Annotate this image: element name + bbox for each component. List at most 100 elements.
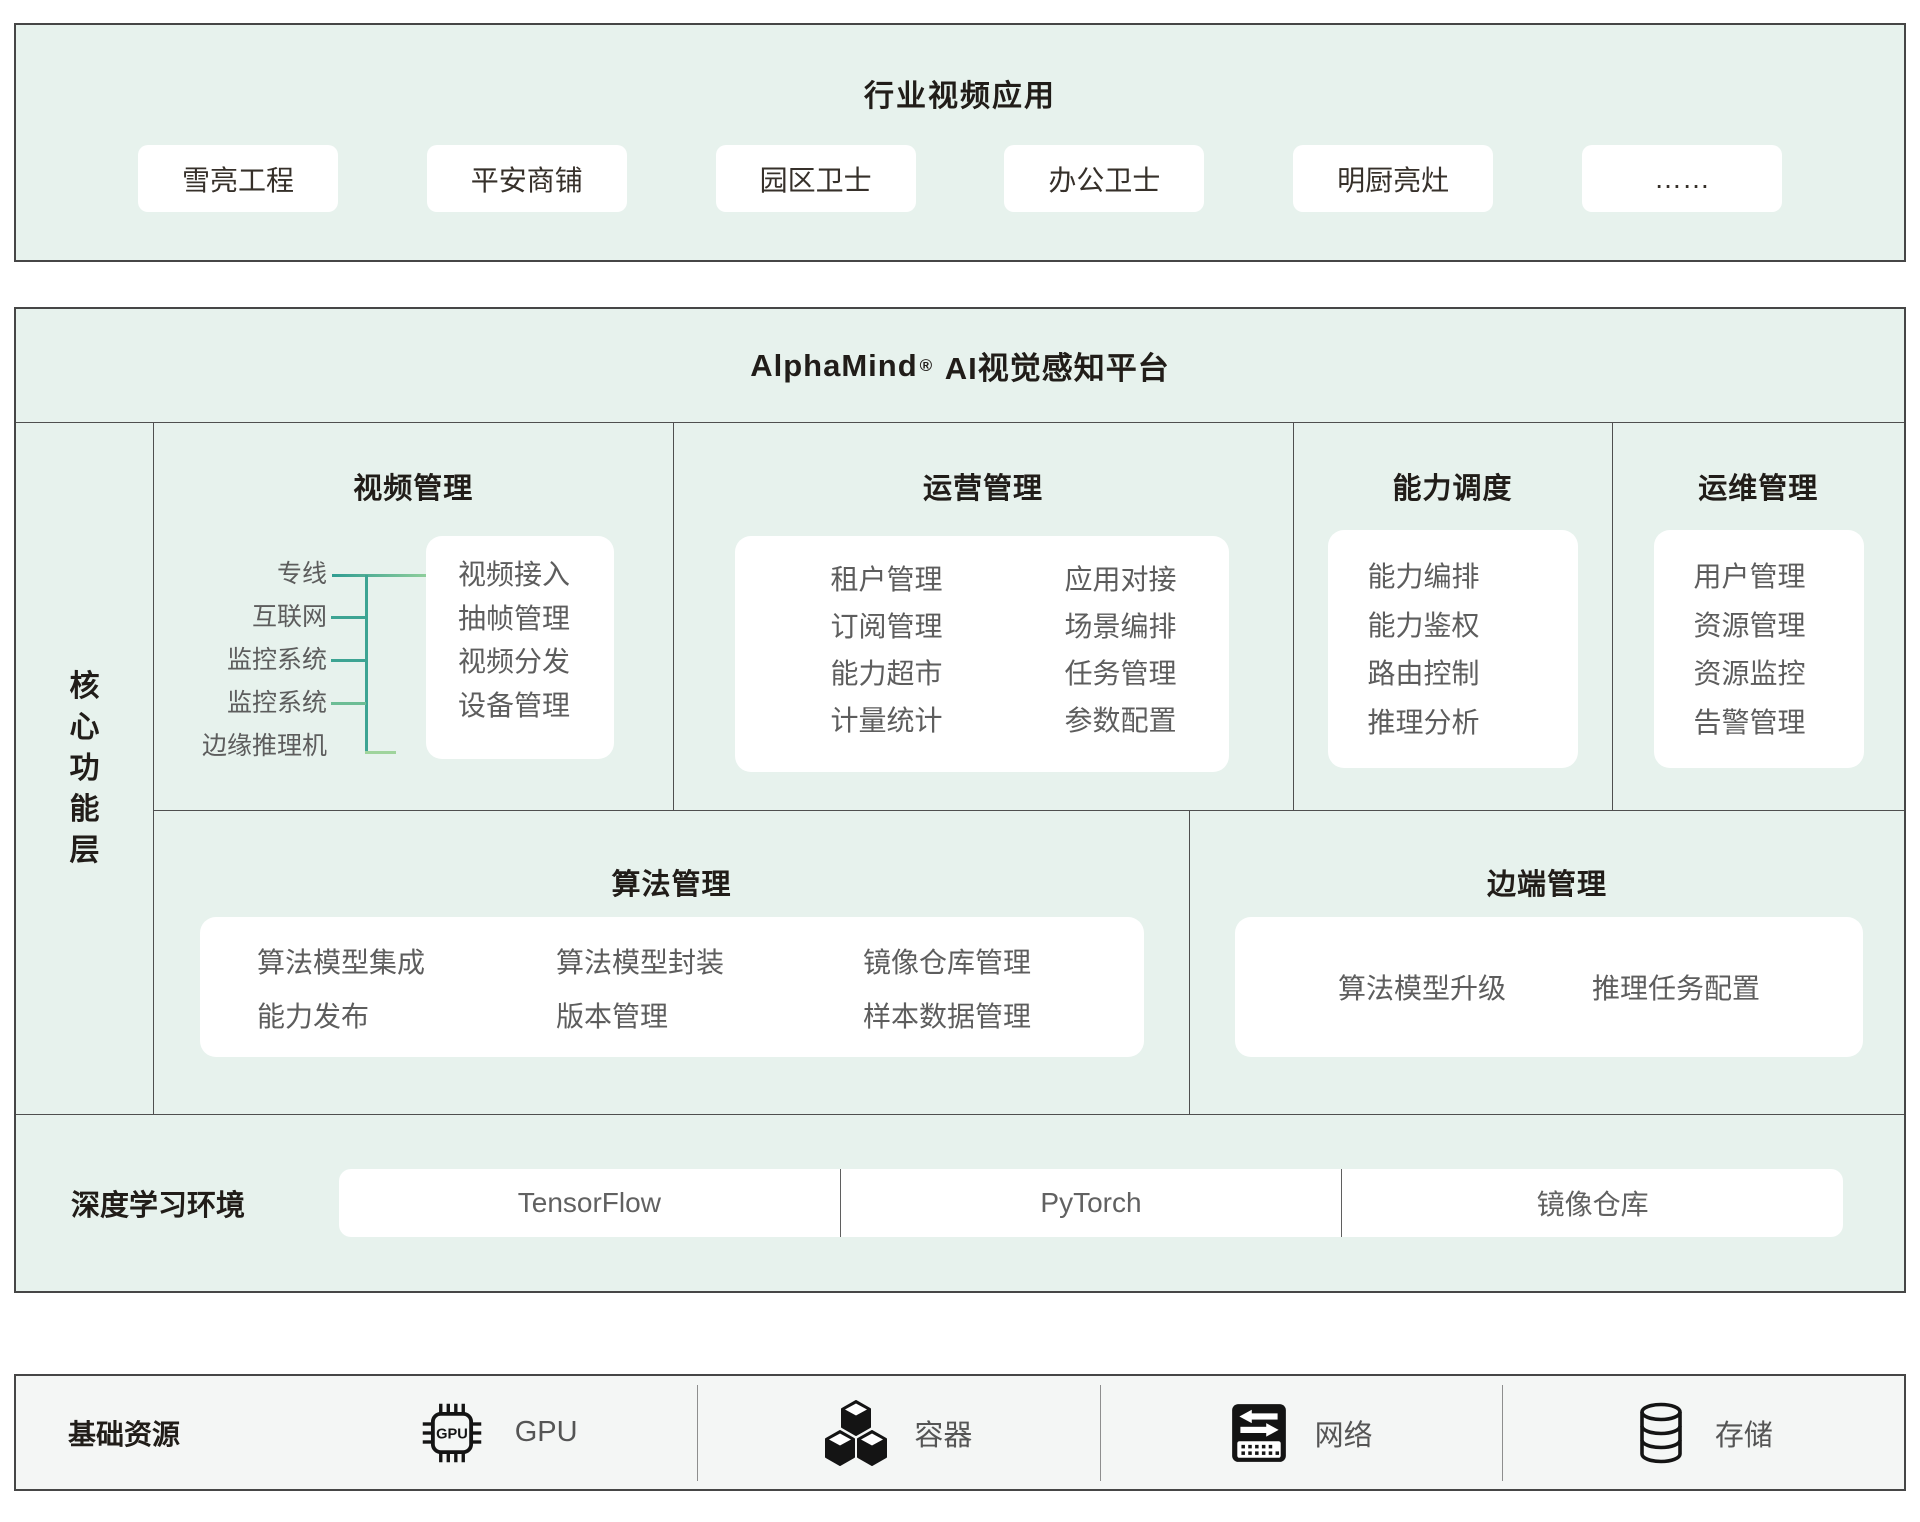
- card-item: 应用对接: [1065, 556, 1177, 603]
- infra-cell-container: 容器: [697, 1385, 1099, 1481]
- ops-management-card: 用户管理 资源管理 资源监控 告警管理: [1654, 530, 1864, 768]
- deep-learning-label: 深度学习环境: [71, 1182, 325, 1224]
- infrastructure-label: 基础资源: [68, 1413, 296, 1453]
- video-source: 监控系统: [154, 639, 327, 682]
- card-item: 参数配置: [1065, 697, 1177, 744]
- card-item: 算法模型封装: [556, 936, 863, 990]
- card-item: 能力发布: [257, 990, 556, 1044]
- industry-apps-panel: 行业视频应用 雪亮工程 平安商铺 园区卫士 办公卫士 明厨亮灶 ……: [14, 23, 1906, 262]
- section-title: 运营管理: [674, 423, 1293, 507]
- storage-icon: [1634, 1401, 1688, 1465]
- section-ops-management: 运维管理 用户管理 资源管理 资源监控 告警管理: [1612, 423, 1905, 810]
- card-column: 算法模型封装 版本管理: [556, 936, 863, 1057]
- section-title: 边端管理: [1190, 811, 1904, 903]
- infrastructure-panel: 基础资源 GPU GPU: [14, 1374, 1906, 1491]
- operation-management-card: 租户管理 订阅管理 能力超市 计量统计 应用对接 场景编排 任务管理 参数配置: [735, 536, 1229, 772]
- section-operation-management: 运营管理 租户管理 订阅管理 能力超市 计量统计 应用对接: [673, 423, 1293, 810]
- capability-scheduling-card: 能力编排 能力鉴权 路由控制 推理分析: [1328, 530, 1578, 768]
- video-management-card: 视频接入 抽帧管理 视频分发 设备管理: [426, 536, 614, 759]
- card-item: 告警管理: [1694, 699, 1864, 748]
- section-title: 能力调度: [1294, 423, 1612, 507]
- card-item: 样本数据管理: [863, 990, 1144, 1044]
- card-item: 镜像仓库管理: [863, 936, 1144, 990]
- industry-apps-title: 行业视频应用: [16, 25, 1904, 115]
- section-algorithm-management: 算法管理 算法模型集成 能力发布 算法模型封装 版本管理: [154, 811, 1189, 1114]
- registered-mark: ®: [920, 356, 934, 376]
- app-pill: 办公卫士: [1004, 145, 1204, 212]
- card-column: 镜像仓库管理 样本数据管理: [863, 936, 1144, 1057]
- card-item: 资源管理: [1694, 602, 1864, 651]
- video-source: 边缘推理机: [154, 725, 327, 768]
- core-layer-label: 核心功能层: [69, 666, 101, 871]
- infra-item-label: 容器: [914, 1412, 972, 1454]
- infra-cell-network: 网络: [1100, 1385, 1502, 1481]
- infra-item-label: 网络: [1315, 1412, 1373, 1454]
- section-title: 算法管理: [154, 811, 1189, 903]
- edge-management-card: 算法模型升级 推理任务配置: [1235, 917, 1863, 1057]
- platform-brand: AlphaMind: [750, 348, 917, 384]
- card-column: 应用对接 场景编排 任务管理 参数配置: [1065, 556, 1177, 744]
- platform-title: AlphaMind® AI视觉感知平台: [16, 309, 1904, 423]
- core-layer-column: 核心功能层: [16, 423, 154, 1114]
- card-item: 视频分发: [458, 640, 614, 684]
- architecture-diagram: 行业视频应用 雪亮工程 平安商铺 园区卫士 办公卫士 明厨亮灶 …… Alpha…: [0, 0, 1920, 1522]
- section-video-management: 视频管理 专线 互联网 监控系统 监控系统 边缘推理机: [154, 423, 673, 810]
- video-source-list: 专线 互联网 监控系统 监控系统 边缘推理机: [154, 553, 327, 768]
- infra-item-label: GPU: [515, 1416, 578, 1449]
- card-item: 订阅管理: [831, 603, 943, 650]
- connector-trunk: [365, 575, 368, 754]
- network-icon: [1230, 1402, 1288, 1464]
- section-title: 运维管理: [1613, 423, 1905, 507]
- dl-env-item: PyTorch: [840, 1169, 1342, 1237]
- dl-env-item: TensorFlow: [339, 1169, 840, 1237]
- connector-line: [332, 574, 427, 577]
- infra-item-label: 存储: [1715, 1412, 1773, 1454]
- card-item: 场景编排: [1065, 603, 1177, 650]
- deep-learning-row: 深度学习环境 TensorFlow PyTorch 镜像仓库: [16, 1115, 1904, 1291]
- card-item: 资源监控: [1694, 650, 1864, 699]
- video-source: 专线: [154, 553, 327, 596]
- connector-stub: [331, 702, 366, 705]
- deep-learning-bar: TensorFlow PyTorch 镜像仓库: [339, 1169, 1843, 1237]
- section-capability-scheduling: 能力调度 能力编排 能力鉴权 路由控制 推理分析: [1293, 423, 1612, 810]
- platform-grid: 核心功能层 视频管理 专线 互联网 监控系统 监控系统 边缘推理机: [16, 423, 1904, 1291]
- card-item: 推理分析: [1368, 699, 1578, 748]
- card-item: 算法模型集成: [257, 936, 556, 990]
- section-edge-management: 边端管理 算法模型升级 推理任务配置: [1189, 811, 1904, 1114]
- infra-cell-storage: 存储: [1502, 1385, 1904, 1481]
- card-item: 路由控制: [1368, 650, 1578, 699]
- card-item: 租户管理: [831, 556, 943, 603]
- app-pill: 平安商铺: [427, 145, 627, 212]
- platform-title-rest: AI视觉感知平台: [945, 343, 1170, 388]
- app-pill: 明厨亮灶: [1293, 145, 1493, 212]
- dl-env-item: 镜像仓库: [1341, 1169, 1843, 1237]
- card-column: 算法模型集成 能力发布: [257, 936, 556, 1057]
- industry-apps-row: 雪亮工程 平安商铺 园区卫士 办公卫士 明厨亮灶 ……: [138, 145, 1782, 212]
- container-icon: [825, 1400, 887, 1466]
- card-item: 抽帧管理: [458, 597, 614, 641]
- connector-stub: [331, 616, 366, 619]
- card-item: 推理任务配置: [1592, 967, 1760, 1007]
- card-item: 任务管理: [1065, 650, 1177, 697]
- core-function-rows: 视频管理 专线 互联网 监控系统 监控系统 边缘推理机: [154, 423, 1904, 1114]
- app-pill: 园区卫士: [716, 145, 916, 212]
- card-item: 计量统计: [831, 697, 943, 744]
- card-column: 租户管理 订阅管理 能力超市 计量统计: [831, 556, 943, 744]
- app-pill: 雪亮工程: [138, 145, 338, 212]
- card-item: 用户管理: [1694, 553, 1864, 602]
- video-source: 互联网: [154, 596, 327, 639]
- video-source: 监控系统: [154, 682, 327, 725]
- connector-stub: [365, 751, 396, 754]
- app-pill-ellipsis: ……: [1582, 145, 1782, 212]
- gpu-chip-icon: GPU: [416, 1397, 488, 1469]
- platform-panel: AlphaMind® AI视觉感知平台 核心功能层 视频管理 专线 互联网: [14, 307, 1906, 1293]
- algorithm-management-card: 算法模型集成 能力发布 算法模型封装 版本管理 镜像仓库管理 样本数据管理: [200, 917, 1144, 1057]
- card-item: 算法模型升级: [1338, 967, 1506, 1007]
- section-title: 视频管理: [154, 423, 673, 507]
- card-item: 能力超市: [831, 650, 943, 697]
- function-row-2: 算法管理 算法模型集成 能力发布 算法模型封装 版本管理: [154, 811, 1904, 1114]
- card-item: 设备管理: [458, 684, 614, 728]
- function-row-1: 视频管理 专线 互联网 监控系统 监控系统 边缘推理机: [154, 423, 1904, 811]
- connector-stub: [331, 659, 366, 662]
- card-item: 视频接入: [458, 553, 614, 597]
